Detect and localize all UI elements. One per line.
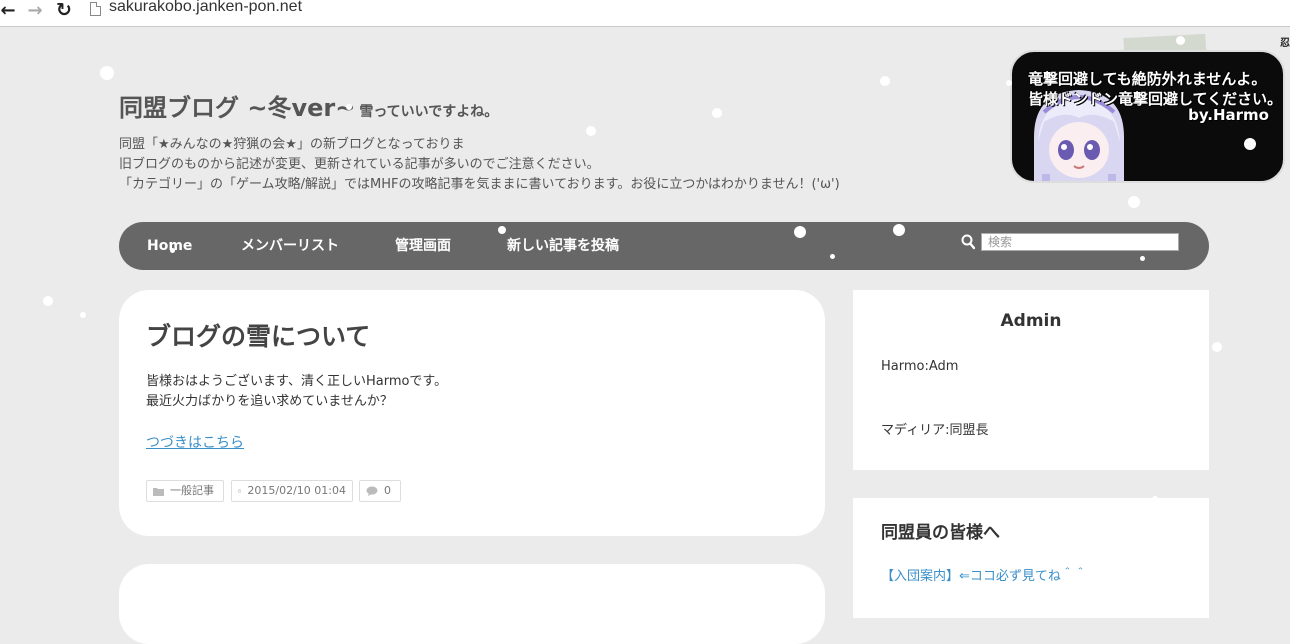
site-description: 同盟「★みんなの★狩猟の会★」の新ブログとなっておりま 旧ブログのものから記述が… [119, 135, 840, 195]
description-line: 同盟「★みんなの★狩猟の会★」の新ブログとなっておりま [119, 137, 465, 152]
post-date: 2015/02/10 01:04 [231, 480, 353, 502]
search-icon[interactable] [961, 234, 975, 250]
widget-title: Admin [1000, 311, 1062, 331]
nav-item-home[interactable]: Home [147, 222, 192, 270]
members-widget: 同盟員の皆様へ 【入団案内】⇐ココ必ず見てね＾＾ [853, 498, 1209, 618]
page-icon [90, 2, 101, 16]
folder-icon [153, 487, 164, 496]
nav-item-member-list[interactable]: メンバーリスト [241, 222, 339, 270]
join-guide-link[interactable]: 【入団案内】⇐ココ必ず見てね＾＾ [881, 565, 1087, 584]
site-tagline: 雪っていいですよね。 [359, 104, 499, 120]
header-banner: 竜撃回避しても絶防外れませんよ。 皆様ドンドン竜撃回避してください。 by.Ha… [1010, 50, 1285, 183]
site-title[interactable]: 同盟ブログ ~冬ver~ 雪っていいですよね。 [119, 88, 498, 123]
reload-icon[interactable]: ↻ [54, 0, 74, 21]
main-navigation: Home メンバーリスト 管理画面 新しい記事を投稿 [119, 222, 1209, 270]
post-category-label: 一般記事 [170, 484, 214, 497]
address-bar[interactable]: sakurakobo.janken-pon.net [109, 0, 302, 16]
widget-title: 同盟員の皆様へ [881, 523, 1000, 543]
post-card [119, 564, 825, 644]
browser-toolbar: ← → ↻ sakurakobo.janken-pon.net [0, 0, 1290, 27]
snowflake [1128, 196, 1140, 208]
corner-glyph: 忍 [1280, 38, 1290, 49]
comment-count: 0 [384, 484, 391, 497]
snowflake [712, 108, 722, 118]
excerpt-line: 最近火力ばかりを追い求めていませんか？ [146, 394, 393, 409]
post-comments[interactable]: 0 [359, 480, 401, 502]
description-line: 旧ブログのものから記述が変更、更新されている記事が多いのでご注意ください。 [119, 157, 600, 172]
snowflake [880, 76, 890, 86]
post-category[interactable]: 一般記事 [146, 480, 224, 502]
banner-signature: by.Harmo [1188, 106, 1269, 124]
admin-entry: Harmo:Adm [881, 359, 959, 374]
nav-item-admin-panel[interactable]: 管理画面 [395, 222, 451, 270]
post-title[interactable]: ブログの雪について [146, 317, 370, 353]
snowflake [100, 66, 114, 80]
site-title-text[interactable]: 同盟ブログ ~冬ver~ [119, 94, 355, 122]
admin-widget: Admin Harmo:Adm マディリア:同盟長 [853, 290, 1209, 470]
excerpt-line: 皆様おはようございます、清く正しいHarmoです。 [146, 374, 448, 389]
banner-text-line: 竜撃回避しても絶防外れませんよ。 [1028, 70, 1267, 88]
search-input[interactable] [981, 233, 1179, 251]
admin-entry: マディリア:同盟長 [881, 423, 989, 438]
read-more-link[interactable]: つづきはこちら [146, 432, 244, 452]
post-date-label: 2015/02/10 01:04 [247, 484, 346, 497]
post-card: ブログの雪について 皆様おはようございます、清く正しいHarmoです。 最近火力… [119, 290, 825, 536]
clock-icon [238, 489, 242, 493]
nav-item-new-post[interactable]: 新しい記事を投稿 [507, 222, 619, 270]
snowflake [43, 296, 53, 306]
back-arrow-icon[interactable]: ← [0, 0, 16, 21]
description-line: 「カテゴリー」の「ゲーム攻略/解説」ではMHFの攻略記事を気ままに書いております… [119, 177, 840, 192]
comment-icon [366, 486, 378, 496]
snowflake [80, 312, 86, 318]
forward-arrow-icon[interactable]: → [26, 0, 44, 21]
post-excerpt: 皆様おはようございます、清く正しいHarmoです。 最近火力ばかりを追い求めてい… [146, 372, 447, 412]
snowflake [1212, 342, 1222, 352]
